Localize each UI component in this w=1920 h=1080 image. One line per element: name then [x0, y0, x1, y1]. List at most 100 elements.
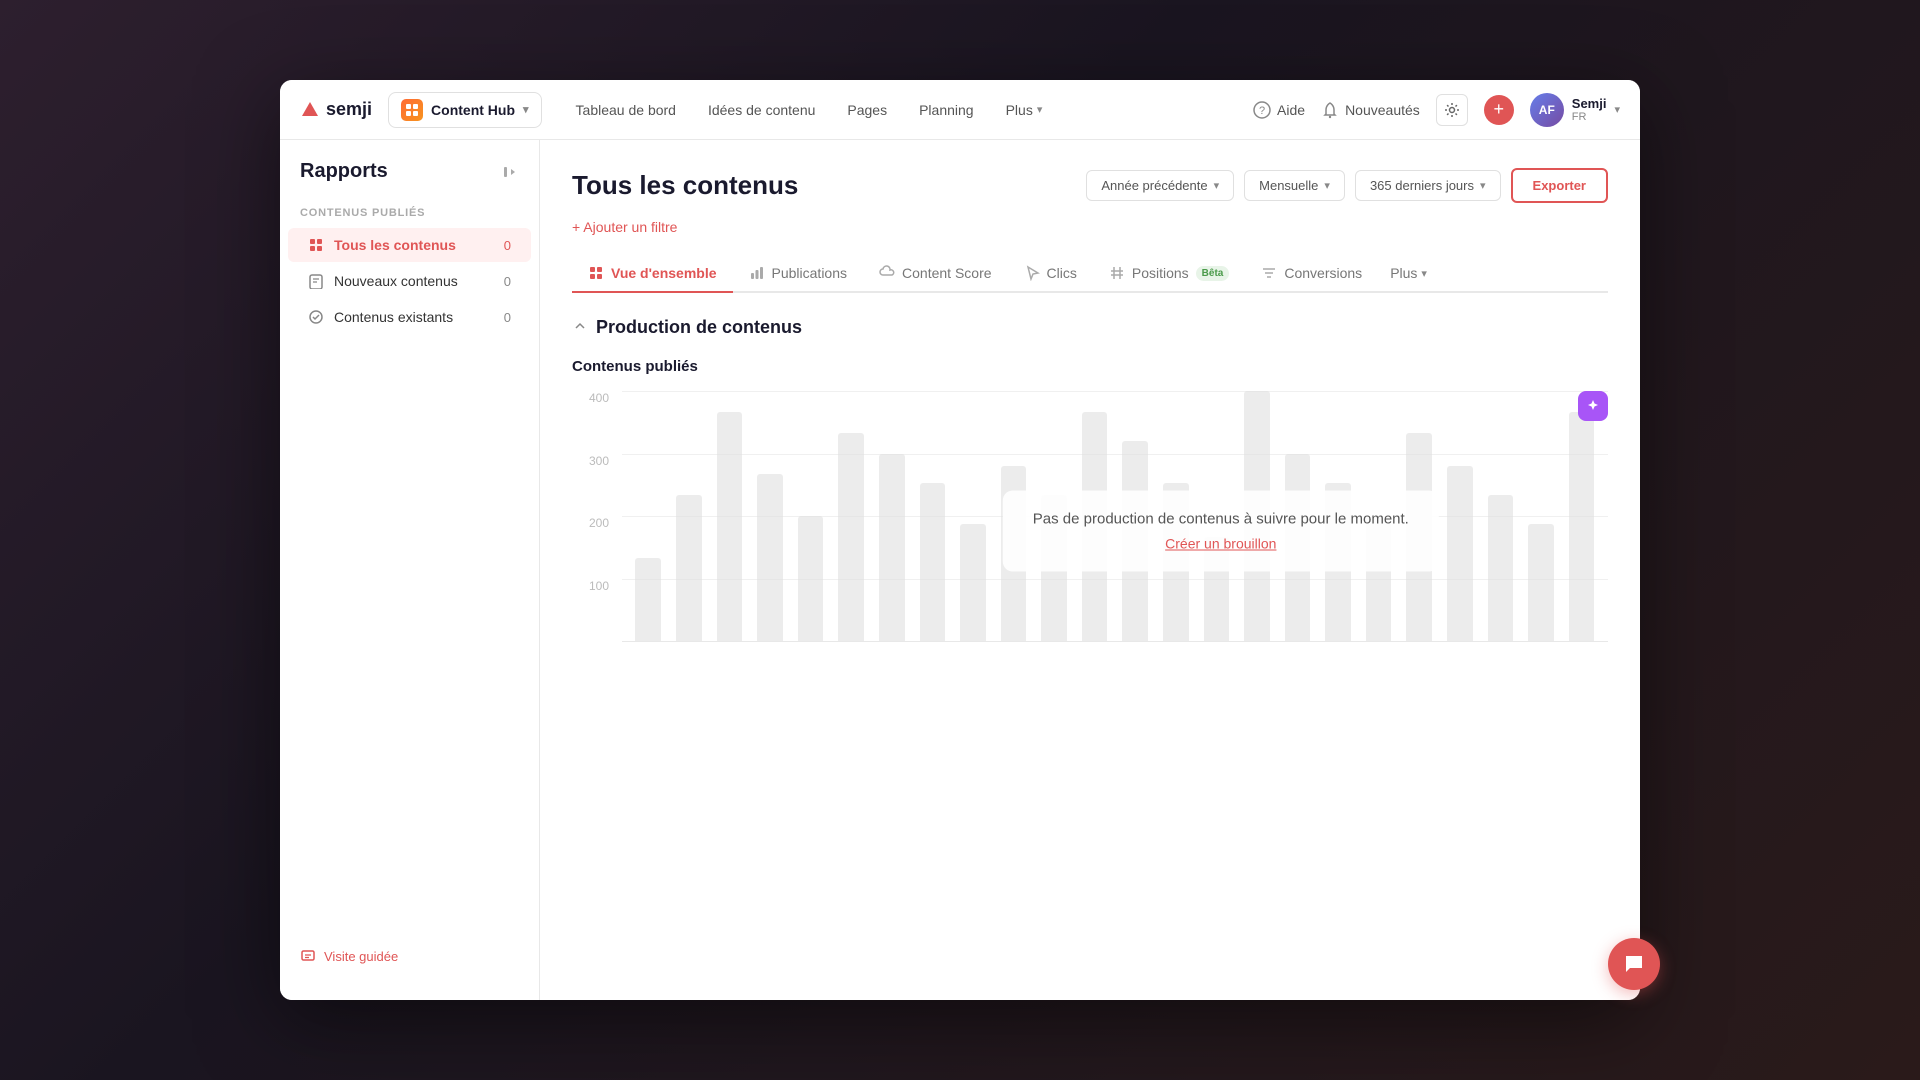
page-title: Tous les contenus — [572, 170, 798, 201]
existing-contents-count: 0 — [504, 310, 511, 325]
settings-button[interactable] — [1436, 94, 1468, 126]
tab-more[interactable]: Plus ▾ — [1378, 255, 1439, 291]
help-button[interactable]: ? Aide — [1253, 101, 1305, 119]
sidebar-item-existing-contents[interactable]: Contenus existants 0 — [288, 300, 531, 334]
chart-overlay-link[interactable]: Créer un brouillon — [1033, 536, 1409, 552]
help-icon: ? — [1253, 101, 1271, 119]
tab-publications[interactable]: Publications — [733, 255, 864, 293]
tabs-bar: Vue d'ensemble Publications Content Scor… — [572, 255, 1608, 293]
nav-right: ? Aide Nouveautés + AF — [1253, 93, 1620, 127]
add-filter-link[interactable]: + Ajouter un filtre — [572, 219, 677, 235]
all-contents-icon — [308, 237, 324, 253]
svg-text:?: ? — [1259, 105, 1265, 117]
content-hub-chevron: ▾ — [523, 103, 529, 116]
content-hub-icon — [401, 99, 423, 121]
nav-item-planning[interactable]: Planning — [905, 94, 988, 126]
content-hub-label: Content Hub — [431, 102, 515, 118]
period-filter-button[interactable]: Mensuelle ▾ — [1244, 170, 1345, 201]
y-label-400: 400 — [572, 391, 617, 405]
chart-title: Contenus publiés — [572, 358, 1608, 375]
tab-positions[interactable]: Positions Bêta — [1093, 255, 1246, 293]
chat-icon — [1622, 952, 1646, 976]
page-content: Tous les contenus Année précédente ▾ Men… — [540, 140, 1640, 1000]
nav-item-pages[interactable]: Pages — [833, 94, 901, 126]
logo-area: semji — [300, 99, 372, 120]
user-chevron: ▾ — [1614, 103, 1620, 116]
bar — [635, 558, 661, 641]
grid-line-bottom — [622, 641, 1608, 642]
page-header: Tous les contenus Année précédente ▾ Men… — [572, 168, 1608, 203]
nav-item-ideas[interactable]: Idées de contenu — [694, 94, 829, 126]
nav-item-more[interactable]: Plus ▾ — [992, 94, 1057, 126]
bar-chart-icon — [749, 265, 765, 281]
range-filter-button[interactable]: 365 derniers jours ▾ — [1355, 170, 1501, 201]
sidebar-footer: Visite guidée — [280, 932, 539, 980]
bar-group — [630, 391, 667, 641]
y-label-200: 200 — [572, 516, 617, 530]
bar-group — [1523, 391, 1560, 641]
settings-icon — [1444, 102, 1460, 118]
bar-group — [1442, 391, 1479, 641]
bar — [1447, 466, 1473, 641]
sidebar-item-all-contents[interactable]: Tous les contenus 0 — [288, 228, 531, 262]
sidebar-header: Rapports — [280, 160, 539, 199]
bar-group — [752, 391, 789, 641]
sidebar-title: Rapports — [300, 160, 388, 183]
chart-overlay-text: Pas de production de contenus à suivre p… — [1033, 511, 1409, 528]
section-title: Production de contenus — [596, 317, 802, 338]
nav-item-dashboard[interactable]: Tableau de bord — [562, 94, 690, 126]
chart-wrapper: 400 300 200 100 — [572, 391, 1608, 671]
y-label-100: 100 — [572, 579, 617, 593]
existing-contents-icon — [308, 309, 324, 325]
bar — [879, 454, 905, 642]
bar-group — [1482, 391, 1519, 641]
sidebar-item-new-contents[interactable]: Nouveaux contenus 0 — [288, 264, 531, 298]
chart-ai-icon[interactable] — [1578, 391, 1608, 421]
section-toggle-button[interactable] — [572, 318, 588, 337]
main-content: Rapports CONTENUS PUBLIÉS — [280, 140, 1640, 1000]
bar — [1528, 524, 1554, 641]
export-button[interactable]: Exporter — [1511, 168, 1608, 203]
bar — [717, 412, 743, 641]
tab-clics[interactable]: Clics — [1008, 255, 1093, 293]
semji-logo[interactable]: semji — [300, 99, 372, 120]
chart-container: Contenus publiés 400 300 200 100 — [572, 358, 1608, 671]
guided-tour-button[interactable]: Visite guidée — [300, 948, 519, 964]
bell-icon — [1321, 101, 1339, 119]
bar — [1488, 495, 1514, 641]
bar — [757, 474, 783, 641]
cursor-icon — [1024, 265, 1040, 281]
bar — [960, 524, 986, 641]
filter-icon — [1261, 265, 1277, 281]
bar — [838, 433, 864, 641]
nav-items: Tableau de bord Idées de contenu Pages P… — [562, 94, 1253, 126]
logo-text: semji — [326, 99, 372, 120]
tab-conversions[interactable]: Conversions — [1245, 255, 1378, 293]
content-hub-button[interactable]: Content Hub ▾ — [388, 92, 542, 128]
user-info: Semji FR — [1572, 96, 1607, 123]
year-filter-button[interactable]: Année précédente ▾ — [1086, 170, 1234, 201]
bar — [676, 495, 702, 641]
new-contents-count: 0 — [504, 274, 511, 289]
bar — [798, 516, 824, 641]
chevron-up-icon — [572, 318, 588, 334]
guided-tour-icon — [300, 948, 316, 964]
tab-content-score[interactable]: Content Score — [863, 255, 1008, 293]
add-button[interactable]: + — [1484, 95, 1514, 125]
ai-sparkle-icon — [1585, 398, 1601, 414]
positions-badge: Bêta — [1196, 266, 1230, 281]
cloud-icon — [879, 265, 895, 281]
user-profile[interactable]: AF Semji FR ▾ — [1530, 93, 1620, 127]
new-contents-icon — [308, 273, 324, 289]
bar — [920, 483, 946, 641]
bar-group — [671, 391, 708, 641]
chat-bubble[interactable] — [1608, 938, 1660, 990]
notifications-button[interactable]: Nouveautés — [1321, 101, 1420, 119]
collapse-icon — [501, 163, 519, 181]
tab-overview[interactable]: Vue d'ensemble — [572, 255, 733, 293]
semji-logo-icon — [300, 100, 320, 120]
all-contents-count: 0 — [504, 238, 511, 253]
sidebar-collapse-button[interactable] — [501, 163, 519, 181]
grid-icon — [588, 265, 604, 281]
chart-overlay: Pas de production de contenus à suivre p… — [1003, 491, 1439, 572]
